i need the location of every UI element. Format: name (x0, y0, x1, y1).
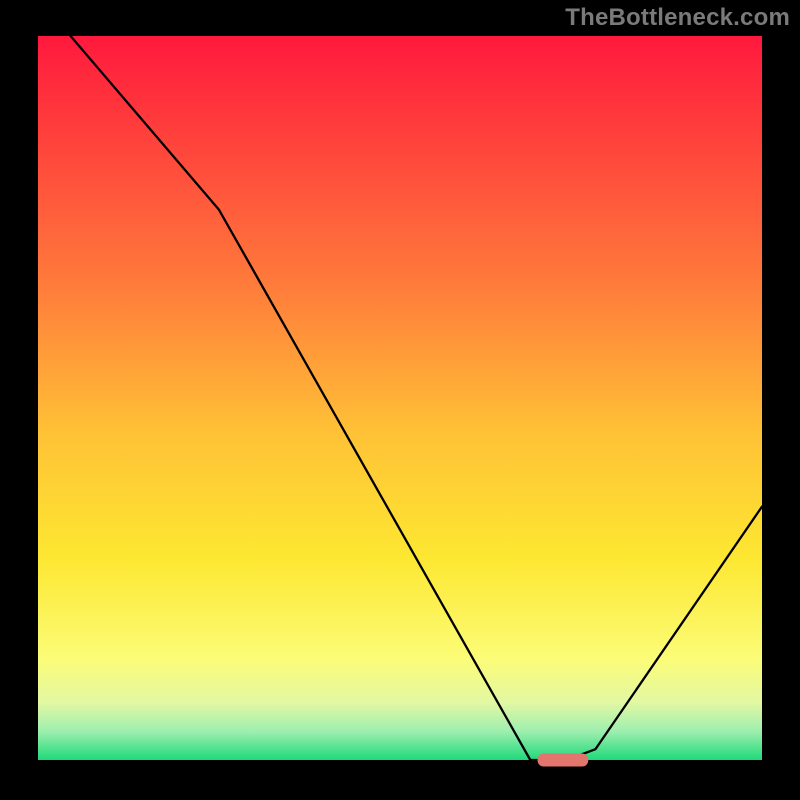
chart-container: TheBottleneck.com (0, 0, 800, 800)
watermark-label: TheBottleneck.com (565, 4, 790, 32)
optimum-marker (538, 754, 589, 767)
plot-background (38, 36, 762, 760)
bottleneck-curve-chart (0, 0, 800, 800)
